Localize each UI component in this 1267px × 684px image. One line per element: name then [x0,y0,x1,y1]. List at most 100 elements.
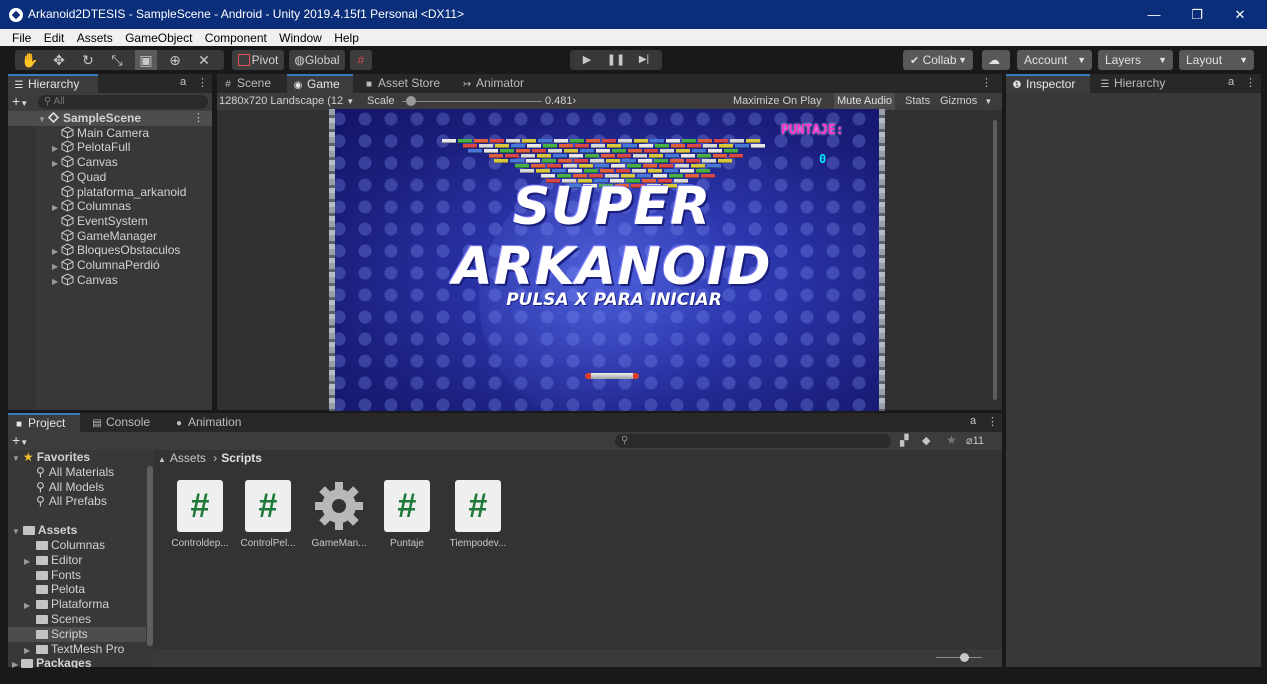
step-icon[interactable]: ▶| [633,50,655,70]
cloud-button[interactable]: ☁ [982,50,1010,70]
global-toggle[interactable]: ◍Global [289,50,345,70]
assets-header[interactable]: ▼ Assets [8,523,146,538]
account-dropdown[interactable]: Account ▼ [1017,50,1092,70]
create-button[interactable]: +▼ [12,432,28,448]
close-button[interactable]: ✕ [1217,0,1263,29]
breadcrumb-assets[interactable]: Assets [170,451,206,465]
chevron-right-icon[interactable]: ▶ [52,274,61,289]
tab-project[interactable]: ■ Project [8,413,80,432]
icon-size-slider-track[interactable] [936,657,982,658]
asset-tiempodev[interactable]: # Tiempodev... [448,480,508,560]
folder-item[interactable]: Scripts [8,626,146,642]
game-viewport[interactable]: PUNTAJE: 0 SUPER ARKANOID PULSA X PARA I… [329,109,885,411]
tab-scene[interactable]: # Scene [217,74,285,93]
pivot-toggle[interactable]: Pivot [232,50,284,70]
folder-item[interactable]: Pelota [8,582,146,597]
folder-item[interactable]: Columnas [8,538,146,553]
filter-by-type-icon[interactable]: ▞ [900,434,908,447]
lock-icon[interactable]: a [970,415,976,427]
layers-dropdown[interactable]: Layers ▼ [1098,50,1173,70]
scale-tool-icon[interactable]: ⤡ [106,50,128,70]
label-tag-icon[interactable]: ◆ [922,434,930,447]
folder-item[interactable]: Scenes [8,612,146,627]
tab-animation[interactable]: ● Animation [168,413,258,432]
play-icon[interactable]: ▶ [576,50,598,70]
folder-item[interactable]: ▶ TextMesh Pro [8,642,146,657]
project-search-input[interactable]: ⚲ [615,434,891,448]
lock-icon[interactable]: a [1228,76,1234,88]
pause-icon[interactable]: ❚❚ [605,50,627,70]
asset-puntaje[interactable]: # Puntaje [377,480,437,560]
chevron-right-icon[interactable]: ▶ [24,643,36,658]
chevron-right-icon[interactable]: ▶ [24,554,36,569]
hierarchy-item[interactable]: ▶ ColumnaPerdió [8,258,212,273]
create-button[interactable]: +▼ [12,93,28,109]
scale-slider-track[interactable] [402,101,542,102]
tab-asset-store[interactable]: ■ Asset Store [358,74,446,93]
tab-game[interactable]: ◉ Game [287,74,353,93]
hidden-packages-toggle[interactable]: ⌀11 [966,434,984,447]
maximize-on-play-toggle[interactable]: Maximize On Play [733,93,822,110]
chevron-down-icon[interactable]: ▼ [12,527,20,536]
hierarchy-item[interactable]: ▶ Canvas [8,273,212,288]
hierarchy-item[interactable]: ▶ Columnas [8,199,212,214]
folder-tree-scrollbar[interactable] [147,466,153,646]
folder-item[interactable]: ▶ Editor [8,553,146,568]
transform-tool-icon[interactable]: ⊕ [164,50,186,70]
breadcrumb-scripts[interactable]: Scripts [221,451,262,465]
folder-item[interactable]: ▶ Plataforma [8,597,146,612]
layout-dropdown[interactable]: Layout ▼ [1179,50,1254,70]
hierarchy-scene-row[interactable]: ▼ SampleScene ⋮ [8,111,212,126]
chevron-down-icon[interactable]: ▼ [12,454,20,463]
favorite-item[interactable]: ⚲ All Models [8,480,146,495]
kebab-menu-icon[interactable]: ⋮ [193,111,204,126]
game-scrollbar[interactable] [993,120,997,400]
tab-hierarchy-right[interactable]: ☰ Hierarchy [1094,74,1184,93]
lock-icon[interactable]: a [180,76,186,88]
kebab-menu-icon[interactable]: ⋮ [1245,76,1256,89]
hierarchy-item[interactable]: GameManager [8,229,212,244]
icon-size-slider-handle[interactable] [960,653,969,662]
grid-snap-icon[interactable]: # [350,50,372,70]
menu-edit[interactable]: Edit [39,29,69,46]
asset-controldep[interactable]: # Controldep... [170,480,230,560]
custom-tool-icon[interactable]: ✕ [193,50,215,70]
maximize-button[interactable]: ❐ [1174,0,1220,29]
chevron-right-icon[interactable]: ▶ [24,598,36,613]
asset-controlpel[interactable]: # ControlPel... [238,480,298,560]
move-tool-icon[interactable]: ✥ [48,50,70,70]
rect-tool-icon[interactable]: ▣ [135,50,157,70]
hand-tool-icon[interactable]: ✋ [19,50,41,70]
hierarchy-item[interactable]: EventSystem [8,214,212,229]
menu-gameobject[interactable]: GameObject [120,29,196,46]
tab-animator[interactable]: ↣ Animator [456,74,536,93]
hierarchy-item[interactable]: Quad [8,170,212,185]
favorite-item[interactable]: ⚲ All Materials [8,465,146,480]
hierarchy-item[interactable]: ▶ PelotaFull [8,140,212,155]
favorites-header[interactable]: ▼ ★ Favorites [8,450,146,465]
folder-item[interactable]: Fonts [8,568,146,583]
tab-inspector[interactable]: ❶ Inspector [1006,74,1090,93]
tab-hierarchy[interactable]: ☰ Hierarchy [8,74,98,93]
menu-help[interactable]: Help [329,29,363,46]
hierarchy-item[interactable]: ▶ Canvas [8,155,212,170]
kebab-menu-icon[interactable]: ⋮ [981,76,992,89]
rotate-tool-icon[interactable]: ↻ [77,50,99,70]
mute-audio-toggle[interactable]: Mute Audio [834,93,896,110]
kebab-menu-icon[interactable]: ⋮ [987,415,998,428]
star-icon[interactable]: ★ [946,433,957,447]
stats-toggle[interactable]: Stats [905,93,930,110]
scale-slider-handle[interactable] [406,96,416,106]
menu-file[interactable]: File [0,29,35,46]
asset-gamemanager[interactable]: GameMan... [309,480,369,560]
minimize-button[interactable]: — [1131,0,1177,29]
hierarchy-item[interactable]: ▶ BloquesObstaculos [8,243,212,258]
tab-console[interactable]: ▤ Console [86,413,166,432]
collab-dropdown[interactable]: ✔ Collab ▼ [903,50,973,70]
hierarchy-search-input[interactable]: ⚲ All [38,95,208,109]
resolution-dropdown[interactable]: 1280x720 Landscape (12 ▼ [217,93,363,110]
gizmos-dropdown[interactable]: Gizmos ▼ [940,93,992,110]
kebab-menu-icon[interactable]: ⋮ [197,76,208,89]
hierarchy-item[interactable]: plataforma_arkanoid [8,185,212,200]
menu-assets[interactable]: Assets [72,29,117,46]
